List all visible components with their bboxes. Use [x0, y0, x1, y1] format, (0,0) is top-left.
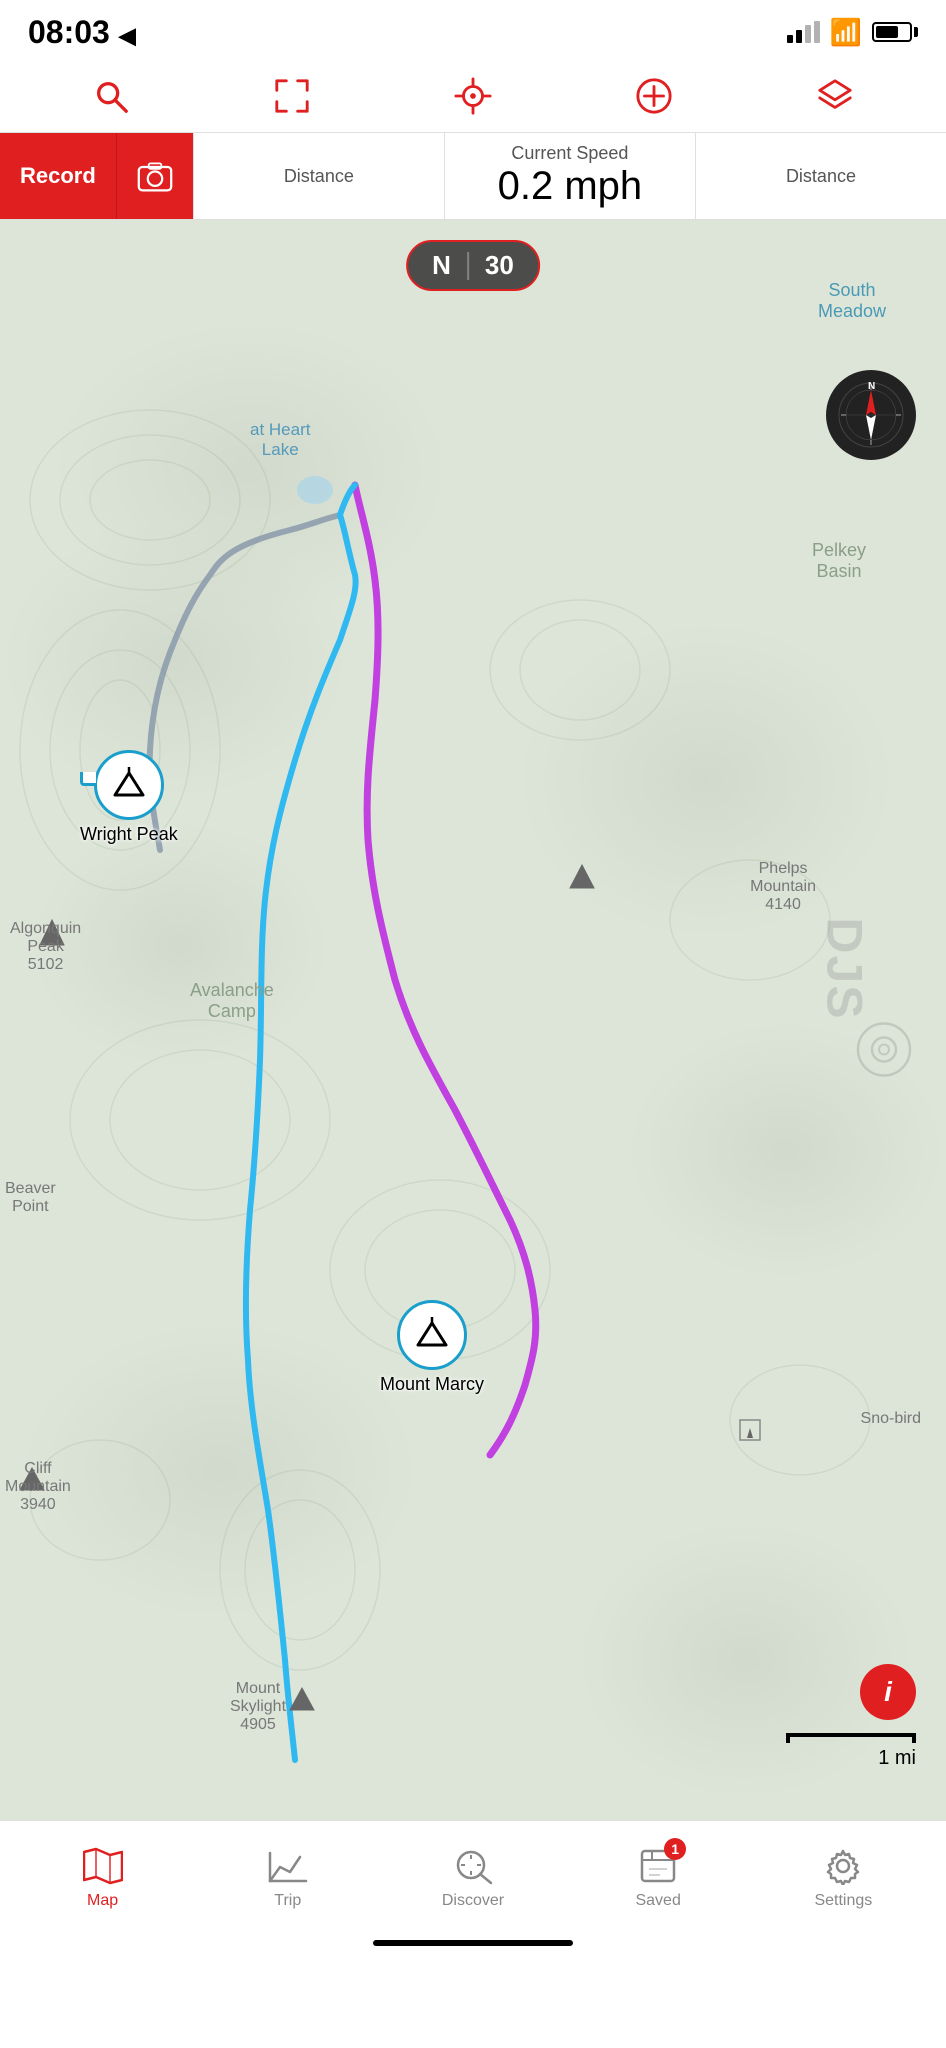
map-label-avalanche: AvalancheCamp: [190, 980, 274, 1022]
map-label-cliff: CliffMountain3940: [5, 1460, 71, 1514]
stat-right: Distance: [695, 133, 946, 219]
trip-icon: [268, 1846, 308, 1886]
toolbar: [0, 60, 946, 133]
nav-item-map[interactable]: Map: [63, 1846, 143, 1910]
stat-center: Current Speed 0.2 mph: [444, 133, 695, 219]
map-label-south-meadow: SouthMeadow: [818, 280, 886, 322]
bottom-nav: Map Trip Discover: [0, 1820, 946, 1930]
wright-peak-label: Wright Peak: [80, 824, 178, 845]
locate-button[interactable]: [449, 72, 497, 120]
compass-indicator: N 30: [406, 240, 540, 291]
mount-marcy-circle: [397, 1300, 467, 1370]
saved-icon: 1: [638, 1846, 678, 1886]
nav-label-map: Map: [87, 1892, 118, 1910]
camera-button[interactable]: [116, 133, 193, 219]
stat-center-label: Current Speed: [511, 143, 628, 164]
status-bar: 08:03 ◀ 📶: [0, 0, 946, 60]
map-label-pelkey-basin: PelkeyBasin: [812, 540, 866, 582]
nav-item-saved[interactable]: 1 Saved: [618, 1846, 698, 1910]
map-icon: [83, 1846, 123, 1886]
layers-button[interactable]: [811, 72, 859, 120]
expand-button[interactable]: [268, 72, 316, 120]
settings-icon: [823, 1846, 863, 1886]
map-label-phelps: PhelpsMountain4140: [750, 860, 816, 914]
nav-label-saved: Saved: [635, 1892, 680, 1910]
status-time: 08:03 ◀: [28, 14, 136, 51]
scale-label: 1 mi: [878, 1747, 916, 1770]
mount-marcy-label: Mount Marcy: [380, 1374, 484, 1395]
status-icons: 📶: [787, 17, 918, 48]
search-button[interactable]: [87, 72, 135, 120]
action-bar: Record Distance Current Speed 0.2 mph Di…: [0, 133, 946, 220]
stat-left-label: Distance: [284, 166, 354, 187]
trails-svg: [0, 220, 946, 1820]
add-button[interactable]: [630, 72, 678, 120]
wright-peak-circle: [94, 750, 164, 820]
marker-wright-peak[interactable]: Wright Peak: [80, 750, 178, 845]
record-button[interactable]: Record: [0, 133, 116, 219]
info-button[interactable]: i: [860, 1664, 916, 1720]
wifi-icon: 📶: [830, 17, 862, 48]
nav-item-discover[interactable]: Discover: [433, 1846, 513, 1910]
stat-left: Distance: [193, 133, 444, 219]
home-indicator: [373, 1940, 573, 1946]
map-label-beaver: BeaverPoint: [5, 1180, 56, 1216]
map-container[interactable]: DJS N 30 N: [0, 220, 946, 1820]
nav-item-settings[interactable]: Settings: [803, 1846, 883, 1910]
scale-bar: 1 mi: [786, 1733, 916, 1770]
compass-zoom: 30: [485, 250, 514, 281]
map-label-algonquin: AlgonquinPeak5102: [10, 920, 81, 974]
map-label-snobird: Sno-bird: [861, 1410, 921, 1428]
nav-label-trip: Trip: [274, 1892, 301, 1910]
map-label-heart-lake: at HeartLake: [250, 420, 310, 460]
compass-direction: N: [432, 250, 451, 281]
stats-area: Distance Current Speed 0.2 mph Distance: [193, 133, 946, 219]
nav-item-trip[interactable]: Trip: [248, 1846, 328, 1910]
battery-icon: [872, 22, 918, 42]
stat-center-value: 0.2 mph: [498, 164, 643, 209]
discover-icon: [453, 1846, 493, 1886]
nav-label-settings: Settings: [814, 1892, 872, 1910]
nav-label-discover: Discover: [442, 1892, 504, 1910]
compass-rose: N: [826, 370, 916, 460]
saved-badge: 1: [664, 1838, 686, 1860]
marker-mount-marcy[interactable]: Mount Marcy: [380, 1300, 484, 1395]
signal-icon: [787, 21, 820, 43]
stat-right-label: Distance: [786, 166, 856, 187]
map-label-skylight: MountSkylight4905: [230, 1680, 286, 1734]
